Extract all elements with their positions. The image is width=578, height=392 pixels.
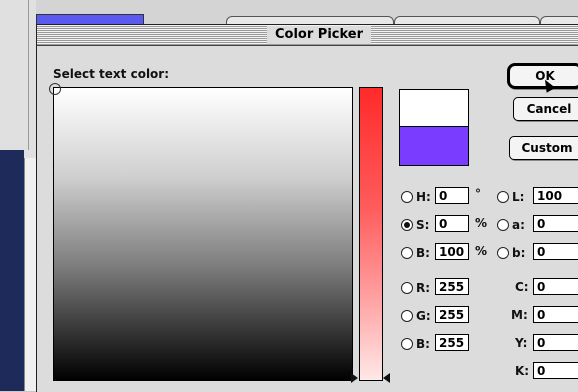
- lab-a-field[interactable]: 0: [533, 215, 578, 232]
- red-field[interactable]: 255: [435, 278, 469, 295]
- brightness-field[interactable]: 100: [435, 243, 469, 260]
- lab-b-radio[interactable]: [497, 246, 509, 259]
- red-radio[interactable]: [401, 281, 413, 294]
- dialog-title: Color Picker: [267, 26, 372, 44]
- hue-radio[interactable]: [401, 190, 413, 203]
- hue-radio-row[interactable]: H:: [401, 186, 431, 206]
- slider-arrow-left-icon[interactable]: [351, 373, 358, 383]
- degree-unit: °: [475, 187, 481, 201]
- red-radio-row[interactable]: R:: [401, 277, 430, 297]
- saturation-radio-row[interactable]: S:: [401, 214, 429, 234]
- prompt-label: Select text color:: [53, 67, 170, 81]
- brightness-radio[interactable]: [401, 246, 413, 259]
- new-color-swatch: [399, 89, 469, 127]
- saturation-brightness-field[interactable]: [49, 83, 353, 381]
- saturation-radio[interactable]: [401, 218, 413, 231]
- lab-l-radio[interactable]: [497, 190, 509, 203]
- hue-slider[interactable]: [359, 87, 383, 381]
- hue-field[interactable]: 0: [435, 187, 469, 204]
- color-picker-dialog: Color Picker Select text color: OK Cance…: [36, 24, 578, 392]
- original-color-swatch: [399, 126, 469, 166]
- percent-unit: %: [475, 216, 488, 230]
- green-label: G:: [416, 308, 431, 323]
- brightness-label: B:: [416, 245, 430, 260]
- cancel-button[interactable]: Cancel: [513, 97, 578, 121]
- lab-b-label: b:: [512, 245, 526, 260]
- lab-l-radio-row[interactable]: L:: [497, 186, 524, 206]
- lab-a-radio-row[interactable]: a:: [497, 214, 525, 234]
- slider-arrow-right-icon[interactable]: [383, 373, 390, 383]
- cyan-label: C:: [515, 280, 529, 294]
- magenta-label: M:: [511, 308, 528, 322]
- blue-field[interactable]: 255: [435, 334, 469, 351]
- magenta-field[interactable]: 0: [533, 306, 578, 323]
- hue-label: H:: [416, 189, 431, 204]
- custom-button[interactable]: Custom: [509, 136, 578, 160]
- lab-a-radio[interactable]: [497, 218, 509, 231]
- lab-l-label: L:: [512, 189, 525, 204]
- brightness-radio-row[interactable]: B:: [401, 242, 430, 262]
- blue-radio-row[interactable]: B:: [401, 333, 430, 353]
- cyan-field[interactable]: 0: [533, 278, 578, 295]
- black-field[interactable]: 0: [533, 362, 578, 379]
- dialog-titlebar[interactable]: Color Picker: [37, 25, 578, 46]
- color-selection-cursor[interactable]: [49, 83, 61, 95]
- background-desktop-area: [0, 150, 24, 391]
- red-label: R:: [416, 280, 431, 295]
- lab-l-field[interactable]: 100: [533, 187, 578, 204]
- percent-unit: %: [475, 244, 488, 258]
- black-label: K:: [515, 364, 530, 378]
- green-radio-row[interactable]: G:: [401, 305, 431, 325]
- saturation-label: S:: [416, 217, 430, 232]
- saturation-field[interactable]: 0: [435, 215, 469, 232]
- yellow-field[interactable]: 0: [533, 334, 578, 351]
- lab-b-field[interactable]: 0: [533, 243, 578, 260]
- blue-radio[interactable]: [401, 337, 413, 350]
- green-radio[interactable]: [401, 309, 413, 322]
- background-divider: [28, 0, 29, 150]
- lab-a-label: a:: [512, 217, 525, 232]
- yellow-label: Y:: [515, 336, 528, 350]
- green-field[interactable]: 255: [435, 306, 469, 323]
- lab-b-radio-row[interactable]: b:: [497, 242, 525, 262]
- blue-label: B:: [416, 336, 430, 351]
